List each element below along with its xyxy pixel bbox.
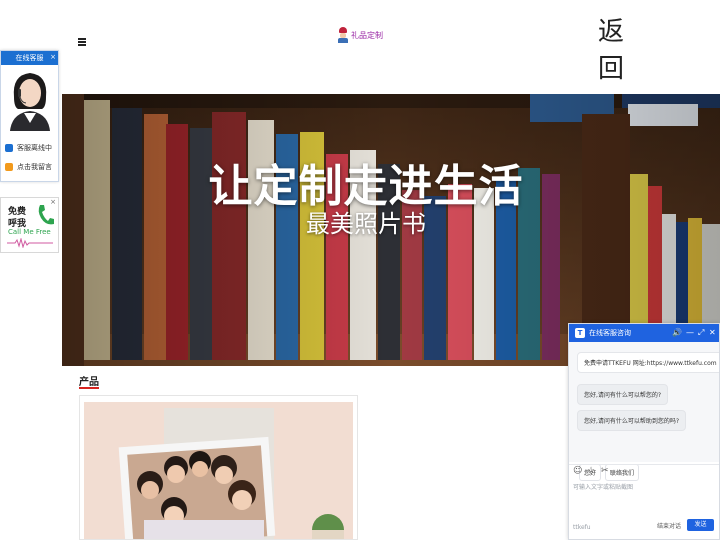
leave-message-text: 点击我留言 <box>17 163 52 171</box>
sound-wave-icon <box>7 238 53 248</box>
online-service-title: 在线客服 <box>15 54 44 62</box>
scissors-icon[interactable]: ✂ <box>601 466 609 476</box>
products-section-title: 产品 <box>79 377 99 388</box>
chat-message: 免费申请TTKEFU 网址:https://www.ttkefu.com <box>577 352 719 373</box>
send-button[interactable]: 发送 <box>687 519 714 531</box>
hamburger-menu-icon[interactable] <box>78 38 86 46</box>
chat-header: T 在线客服咨询 🔊 — ⤢ ✕ <box>569 324 719 342</box>
minimize-button[interactable]: — <box>686 324 694 342</box>
section-title-underline <box>79 387 99 389</box>
online-service-widget: 在线客服 × 客服离线中 点击我留言 <box>0 50 59 182</box>
end-chat-button[interactable]: 结束对话 <box>657 521 681 530</box>
chat-toolbar: ☺ ☆ ✂ <box>569 464 719 478</box>
call-widget-english: Call Me Free <box>8 228 51 236</box>
page: 礼品定制 返回 让定制走进生活 最美照片书 产品 在线客服 × 客服离线中 点击… <box>0 0 720 540</box>
hero-subtitle: 最美照片书 <box>306 210 426 238</box>
chat-message: 您好,请问有什么可以帮您的? <box>577 384 669 405</box>
chat-messages: 免费申请TTKEFU 网址:https://www.ttkefu.com 您好,… <box>569 342 719 481</box>
speaker-icon[interactable]: 🔊 <box>672 324 682 342</box>
chat-bubble-icon <box>5 144 13 152</box>
message-icon <box>5 163 13 171</box>
phone-icon <box>38 205 54 225</box>
site-header: 礼品定制 返回 <box>62 0 720 94</box>
logo-figure-icon <box>338 27 348 43</box>
call-me-free-widget[interactable]: × 免费 呼我 Call Me Free <box>0 197 59 253</box>
expand-button[interactable]: ⤢ <box>698 324 704 342</box>
close-button[interactable]: ✕ <box>709 324 716 342</box>
site-logo[interactable]: 礼品定制 <box>338 27 383 43</box>
product-card[interactable] <box>79 395 358 540</box>
chat-input[interactable]: 可输入文字或粘贴截图 <box>573 482 633 491</box>
online-service-header: 在线客服 × <box>1 51 58 65</box>
emoji-icon[interactable]: ☺ <box>573 466 582 476</box>
service-status-row[interactable]: 客服离线中 <box>5 143 52 153</box>
back-button[interactable]: 返回 <box>596 14 626 88</box>
service-status-text: 客服离线中 <box>17 144 52 152</box>
chat-brand: ttkefu <box>573 524 591 531</box>
chat-window: T 在线客服咨询 🔊 — ⤢ ✕ 免费申请TTKEFU 网址:https://w… <box>568 323 720 540</box>
close-icon[interactable]: × <box>50 50 56 64</box>
service-agent-avatar <box>4 67 56 131</box>
logo-text: 礼品定制 <box>351 30 383 40</box>
chat-title: 在线客服咨询 <box>589 329 631 337</box>
star-icon[interactable]: ☆ <box>587 466 595 476</box>
chat-logo-icon: T <box>575 328 585 338</box>
leave-message-row[interactable]: 点击我留言 <box>5 162 52 172</box>
chat-message: 您好,请问有什么可以帮助到您的吗? <box>577 410 687 431</box>
product-photo <box>84 402 353 539</box>
